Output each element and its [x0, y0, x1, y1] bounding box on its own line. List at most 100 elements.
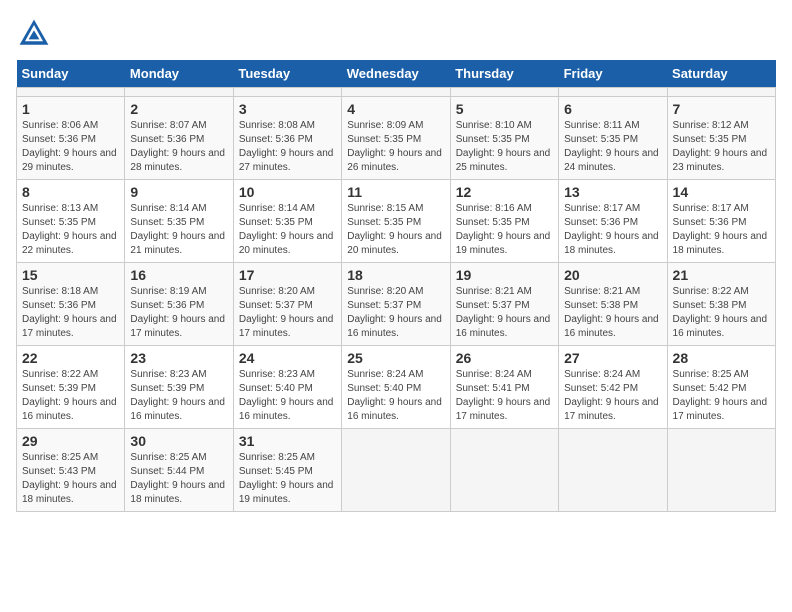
day-number: 25 [347, 350, 444, 366]
calendar-cell: 3Sunrise: 8:08 AMSunset: 5:36 PMDaylight… [233, 97, 341, 180]
sunrise-label: Sunrise: 8:07 AM [130, 120, 206, 131]
sunrise-label: Sunrise: 8:06 AM [22, 120, 98, 131]
day-info: Sunrise: 8:22 AMSunset: 5:38 PMDaylight:… [673, 285, 770, 341]
day-info: Sunrise: 8:07 AMSunset: 5:36 PMDaylight:… [130, 119, 227, 175]
calendar-cell: 15 Sunrise: 8:18 AMSunset: 5:36 PMDayligh… [17, 263, 125, 346]
calendar-cell [342, 88, 450, 97]
day-info: Sunrise: 8:16 AMSunset: 5:35 PMDaylight:… [456, 202, 553, 258]
daylight-label: Daylight: 9 hours and 18 minutes. [564, 231, 659, 256]
weekday-header-saturday: Saturday [667, 60, 775, 88]
sunrise-label: Sunrise: 8:11 AM [564, 120, 639, 131]
day-number: 16 [130, 267, 227, 283]
day-number: 17 [239, 267, 336, 283]
day-info: Sunrise: 8:06 AMSunset: 5:36 PMDaylight:… [22, 119, 119, 175]
day-number: 18 [347, 267, 444, 283]
sunset-label: Sunset: 5:41 PM [456, 383, 530, 394]
day-info: Sunrise: 8:19 AMSunset: 5:36 PMDaylight:… [130, 285, 227, 341]
day-number: 24 [239, 350, 336, 366]
daylight-label: Daylight: 9 hours and 18 minutes. [673, 231, 768, 256]
day-number: 20 [564, 267, 661, 283]
sunset-label: Sunset: 5:39 PM [22, 383, 96, 394]
day-info: Sunrise: 8:24 AM Sunset: 5:40 PM Daylight:… [347, 368, 444, 424]
day-number: 14 [673, 184, 770, 200]
calendar-cell [667, 88, 775, 97]
day-number: 21 [673, 267, 770, 283]
daylight-label: Daylight: 9 hours and 16 minutes. [22, 397, 117, 422]
calendar-cell: 4Sunrise: 8:09 AMSunset: 5:35 PMDaylight… [342, 97, 450, 180]
daylight-label: Daylight: 9 hours and 17 minutes. [22, 314, 117, 339]
sunrise-label: Sunrise: 8:25 AM [673, 369, 749, 380]
calendar-cell [559, 429, 667, 512]
daylight-label: Daylight: 9 hours and 17 minutes. [673, 397, 768, 422]
calendar-cell: 5Sunrise: 8:10 AMSunset: 5:35 PMDaylight… [450, 97, 558, 180]
daylight-label: Daylight: 9 hours and 20 minutes. [347, 231, 442, 256]
day-info: Sunrise: 8:18 AMSunset: 5:36 PMDaylight:… [22, 285, 119, 341]
calendar-cell: 14Sunrise: 8:17 AMSunset: 5:36 PMDayligh… [667, 180, 775, 263]
daylight-label: Daylight: 9 hours and 18 minutes. [22, 480, 117, 505]
day-number: 15 [22, 267, 119, 283]
day-info: Sunrise: 8:25 AMSunset: 5:42 PMDaylight:… [673, 368, 770, 424]
calendar-week-row: 29Sunrise: 8:25 AMSunset: 5:43 PMDayligh… [17, 429, 776, 512]
sunrise-label: Sunrise: 8:20 AM [347, 286, 423, 297]
sunrise-label: Sunrise: 8:23 AM [239, 369, 315, 380]
calendar-cell [17, 88, 125, 97]
sunset-label: Sunset: 5:36 PM [239, 134, 313, 145]
weekday-header-wednesday: Wednesday [342, 60, 450, 88]
calendar-cell [667, 429, 775, 512]
sunrise-label: Sunrise: 8:18 AM [22, 286, 98, 297]
calendar-cell [125, 88, 233, 97]
calendar-cell: 19Sunrise: 8:21 AMSunset: 5:37 PMDayligh… [450, 263, 558, 346]
daylight-label: Daylight: 9 hours and 24 minutes. [564, 148, 659, 173]
sunrise-label: Sunrise: 8:24 AM [347, 369, 423, 380]
sunset-label: Sunset: 5:40 PM [347, 383, 421, 394]
day-number: 22 [22, 350, 119, 366]
daylight-label: Daylight: 9 hours and 18 minutes. [130, 480, 225, 505]
day-info: Sunrise: 8:17 AMSunset: 5:36 PMDaylight:… [564, 202, 661, 258]
day-number: 31 [239, 433, 336, 449]
day-info: Sunrise: 8:21 AMSunset: 5:38 PMDaylight:… [564, 285, 661, 341]
calendar-cell: 8Sunrise: 8:13 AMSunset: 5:35 PMDaylight… [17, 180, 125, 263]
day-number: 28 [673, 350, 770, 366]
sunrise-label: Sunrise: 8:22 AM [673, 286, 749, 297]
calendar-cell: 22Sunrise: 8:22 AMSunset: 5:39 PMDayligh… [17, 346, 125, 429]
daylight-label: Daylight: 9 hours and 21 minutes. [130, 231, 225, 256]
sunset-label: Sunset: 5:37 PM [456, 300, 530, 311]
daylight-label: Daylight: 9 hours and 16 minutes. [564, 314, 659, 339]
sunrise-label: Sunrise: 8:16 AM [456, 203, 532, 214]
daylight-label: Daylight: 9 hours and 25 minutes. [456, 148, 551, 173]
sunset-label: Sunset: 5:44 PM [130, 466, 204, 477]
sunset-label: Sunset: 5:35 PM [347, 134, 421, 145]
daylight-label: Daylight: 9 hours and 16 minutes. [347, 314, 442, 339]
calendar-cell: 25 Sunrise: 8:24 AM Sunset: 5:40 PM Dayligh… [342, 346, 450, 429]
calendar-cell: 27Sunrise: 8:24 AMSunset: 5:42 PMDayligh… [559, 346, 667, 429]
day-number: 11 [347, 184, 444, 200]
sunset-label: Sunset: 5:38 PM [564, 300, 638, 311]
sunrise-label: Sunrise: 8:10 AM [456, 120, 532, 131]
day-number: 26 [456, 350, 553, 366]
sunset-label: Sunset: 5:43 PM [22, 466, 96, 477]
weekday-header-sunday: Sunday [17, 60, 125, 88]
calendar-cell: 20 Sunrise: 8:21 AMSunset: 5:38 PMDayligh… [559, 263, 667, 346]
sunrise-label: Sunrise: 8:20 AM [239, 286, 315, 297]
calendar-week-row: 1Sunrise: 8:06 AMSunset: 5:36 PMDaylight… [17, 97, 776, 180]
sunrise-label: Sunrise: 8:21 AM [456, 286, 532, 297]
sunrise-label: Sunrise: 8:24 AM [456, 369, 532, 380]
calendar-cell: 21 Sunrise: 8:22 AMSunset: 5:38 PMDayligh… [667, 263, 775, 346]
sunrise-label: Sunrise: 8:13 AM [22, 203, 98, 214]
day-info: Sunrise: 8:21 AMSunset: 5:37 PMDaylight:… [456, 285, 553, 341]
daylight-label: Daylight: 9 hours and 29 minutes. [22, 148, 117, 173]
weekday-header-friday: Friday [559, 60, 667, 88]
calendar-week-row: 22Sunrise: 8:22 AMSunset: 5:39 PMDayligh… [17, 346, 776, 429]
day-info: Sunrise: 8:14 AMSunset: 5:35 PMDaylight:… [239, 202, 336, 258]
calendar-cell: 28 Sunrise: 8:25 AMSunset: 5:42 PMDayligh… [667, 346, 775, 429]
calendar-cell: 24Sunrise: 8:23 AMSunset: 5:40 PMDayligh… [233, 346, 341, 429]
calendar-cell [342, 429, 450, 512]
calendar-cell: 9Sunrise: 8:14 AMSunset: 5:35 PMDaylight… [125, 180, 233, 263]
calendar-cell: 6Sunrise: 8:11 AMSunset: 5:35 PMDaylight… [559, 97, 667, 180]
daylight-label: Daylight: 9 hours and 16 minutes. [239, 397, 334, 422]
daylight-label: Daylight: 9 hours and 16 minutes. [347, 397, 442, 422]
daylight-label: Daylight: 9 hours and 19 minutes. [456, 231, 551, 256]
calendar-cell [559, 88, 667, 97]
sunrise-label: Sunrise: 8:17 AM [564, 203, 640, 214]
daylight-label: Daylight: 9 hours and 16 minutes. [673, 314, 768, 339]
